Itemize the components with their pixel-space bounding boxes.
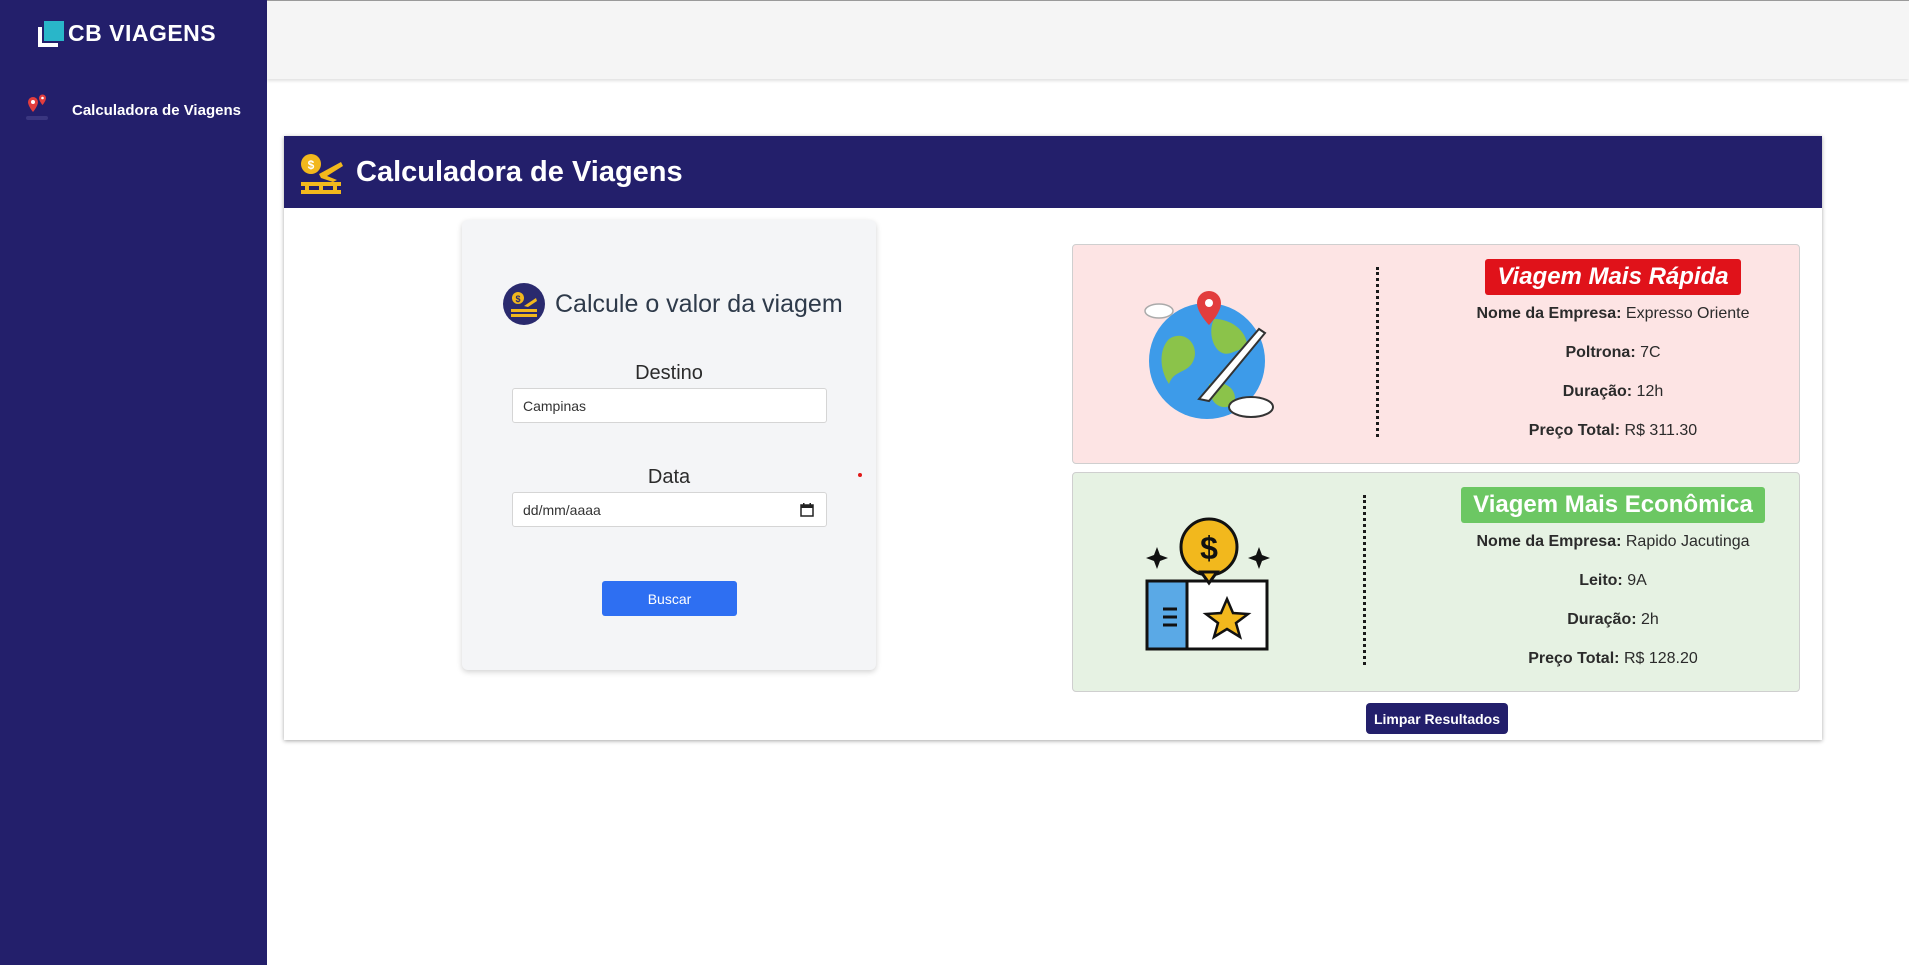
eco-seat-key: Leito: bbox=[1579, 572, 1623, 589]
eco-seat-row: Leito: 9A bbox=[1433, 564, 1793, 603]
travel-cost-icon: $ bbox=[301, 154, 343, 194]
globe-plane-icon bbox=[1144, 291, 1274, 419]
limpar-resultados-button[interactable]: Limpar Resultados bbox=[1366, 703, 1508, 734]
sidebar-item-calculadora[interactable]: Calculadora de Viagens bbox=[20, 92, 265, 128]
top-bar bbox=[267, 0, 1909, 79]
result-cheapest: $ Viagem Mais Econômica Nome da Empresa:… bbox=[1072, 472, 1800, 692]
fast-badge: Viagem Mais Rápida bbox=[1485, 259, 1741, 295]
destino-input[interactable]: Campinas bbox=[512, 388, 827, 423]
eco-preco-key: Preço Total: bbox=[1528, 650, 1620, 667]
sidebar: CB VIAGENS Calculadora de Viagens bbox=[0, 0, 267, 965]
svg-text:$: $ bbox=[308, 158, 315, 172]
eco-duracao-row: Duração: 2h bbox=[1433, 603, 1793, 642]
fast-duracao-row: Duração: 12h bbox=[1433, 375, 1793, 414]
eco-empresa-key: Nome da Empresa: bbox=[1476, 533, 1622, 550]
fast-info: Viagem Mais Rápida Nome da Empresa: Expr… bbox=[1433, 259, 1793, 453]
buscar-button[interactable]: Buscar bbox=[602, 581, 737, 616]
fast-preco-key: Preço Total: bbox=[1528, 422, 1621, 439]
map-pins-icon bbox=[26, 94, 48, 120]
destino-label: Destino bbox=[635, 362, 703, 384]
fast-seat-row: Poltrona: 7C bbox=[1433, 336, 1793, 375]
coin-travel-icon: $ bbox=[503, 283, 545, 325]
money-ticket-icon: $ bbox=[1145, 517, 1270, 651]
calendar-icon[interactable] bbox=[800, 503, 814, 517]
brand-name: CB VIAGENS bbox=[68, 20, 217, 46]
eco-duracao-key: Duração: bbox=[1567, 611, 1637, 628]
eco-preco-value: R$ 128.20 bbox=[1623, 650, 1698, 667]
sidebar-item-label: Calculadora de Viagens bbox=[72, 101, 241, 119]
eco-badge: Viagem Mais Econômica bbox=[1461, 487, 1765, 523]
fast-empresa-key: Nome da Empresa: bbox=[1476, 305, 1622, 322]
eco-info: Viagem Mais Econômica Nome da Empresa: R… bbox=[1433, 487, 1793, 681]
eco-empresa-row: Nome da Empresa: Rapido Jacutinga bbox=[1433, 525, 1793, 564]
result-fastest: Viagem Mais Rápida Nome da Empresa: Expr… bbox=[1072, 244, 1800, 464]
form-title: $ Calcule o valor da viagem bbox=[502, 282, 843, 326]
date-input[interactable]: dd/mm/aaaa bbox=[512, 492, 827, 527]
fast-preco-row: Preço Total: R$ 311.30 bbox=[1433, 414, 1793, 453]
brand-logo[interactable]: CB VIAGENS bbox=[38, 20, 216, 47]
fast-empresa-value: Expresso Oriente bbox=[1625, 305, 1750, 322]
destino-value: Campinas bbox=[523, 397, 587, 414]
fast-seat-value: 7C bbox=[1640, 344, 1661, 361]
fast-empresa-row: Nome da Empresa: Expresso Oriente bbox=[1433, 297, 1793, 336]
main-card: $ Calculadora de Viagens $ Calcule o val… bbox=[284, 136, 1822, 740]
page-header: $ Calculadora de Viagens bbox=[284, 136, 1822, 208]
fast-seat-key: Poltrona: bbox=[1565, 344, 1636, 361]
svg-text:$: $ bbox=[1200, 530, 1218, 566]
eco-preco-row: Preço Total: R$ 128.20 bbox=[1433, 642, 1793, 681]
svg-text:$: $ bbox=[515, 294, 520, 304]
fast-duracao-key: Duração: bbox=[1562, 383, 1633, 400]
logo-icon bbox=[38, 20, 64, 47]
eco-duracao-value: 2h bbox=[1641, 611, 1659, 628]
validation-dot bbox=[858, 473, 862, 477]
data-label: Data bbox=[647, 466, 691, 488]
eco-seat-value: 9A bbox=[1627, 572, 1647, 589]
form-title-text: Calcule o valor da viagem bbox=[555, 289, 843, 318]
result-divider bbox=[1363, 495, 1366, 665]
fast-preco-value: R$ 311.30 bbox=[1624, 422, 1698, 439]
page-title: Calculadora de Viagens bbox=[356, 155, 683, 188]
date-placeholder: dd/mm/aaaa bbox=[523, 501, 601, 518]
fast-duracao-value: 12h bbox=[1636, 383, 1664, 400]
eco-empresa-value: Rapido Jacutinga bbox=[1625, 533, 1750, 550]
search-form: $ Calcule o valor da viagem Destino Camp… bbox=[462, 220, 876, 670]
result-divider bbox=[1376, 267, 1379, 437]
